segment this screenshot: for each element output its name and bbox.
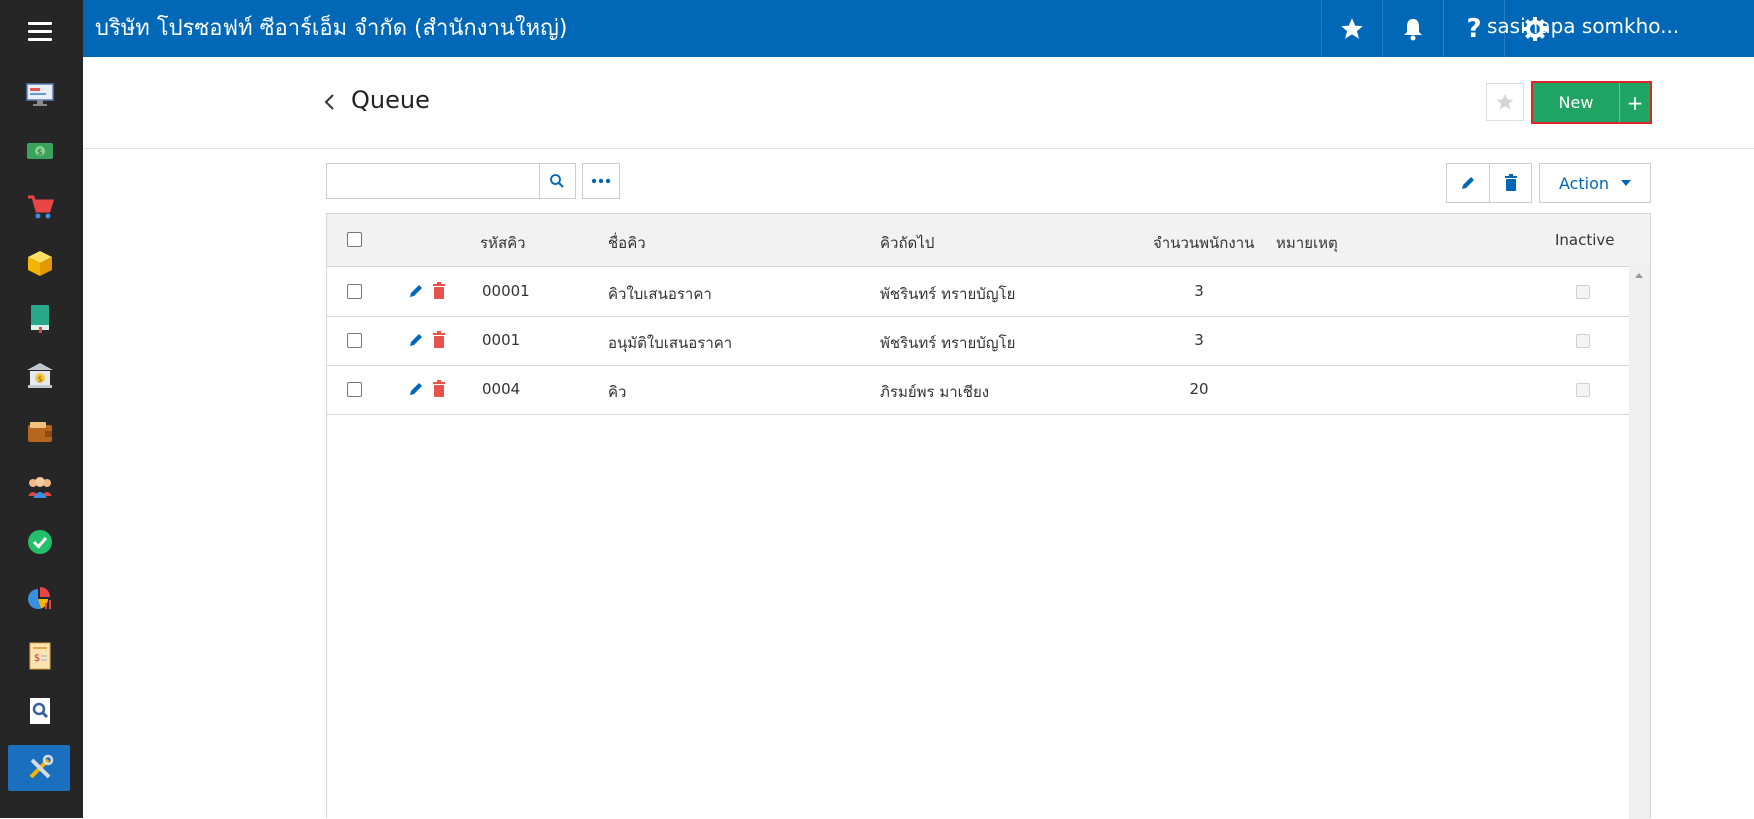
book-icon[interactable]	[22, 300, 58, 336]
cell-staff-value: 3	[1194, 282, 1204, 300]
cell-next: ภิรมย์พร มาเชียง	[880, 383, 990, 401]
cell-staff-value: 20	[1189, 380, 1209, 398]
search-button[interactable]	[539, 163, 576, 199]
user-name[interactable]: sasinapa somkho...	[1487, 14, 1679, 38]
more-options-button[interactable]	[582, 163, 620, 199]
cell-next: พัชรินทร์ ทรายบัญโย	[880, 334, 1016, 352]
new-button-label[interactable]: New	[1533, 83, 1620, 122]
chart-icon[interactable]	[22, 581, 58, 617]
row-checkbox[interactable]	[347, 382, 362, 397]
cart-icon[interactable]	[22, 189, 58, 225]
row-checkbox[interactable]	[347, 333, 362, 348]
box-icon[interactable]	[22, 245, 58, 281]
bell-icon[interactable]	[1382, 0, 1443, 57]
table-row[interactable]: 0004 คิว ภิรมย์พร มาเชียง 20	[327, 365, 1629, 415]
check-icon[interactable]	[22, 524, 58, 560]
cell-next: พัชรินทร์ ทรายบัญโย	[880, 285, 1016, 303]
queue-table: รหัสคิว ชื่อคิว คิวถัดไป จำนวนพนักงาน หม…	[326, 213, 1651, 819]
inactive-checkbox[interactable]	[1576, 334, 1590, 348]
inactive-checkbox[interactable]	[1576, 383, 1590, 397]
col-header-code[interactable]: รหัสคิว	[480, 231, 526, 255]
search-doc-icon[interactable]	[22, 693, 58, 729]
action-label: Action	[1558, 173, 1610, 193]
money-icon[interactable]: $	[22, 133, 58, 169]
table-scrollbar[interactable]	[1629, 266, 1650, 819]
svg-text:$: $	[37, 148, 43, 158]
scroll-up-arrow-icon[interactable]	[1635, 273, 1643, 278]
action-dropdown[interactable]: Action	[1539, 163, 1651, 203]
svg-text:$: $	[34, 653, 40, 664]
inactive-checkbox[interactable]	[1576, 285, 1590, 299]
header-divider	[83, 148, 1754, 149]
company-name[interactable]: บริษัท โปรซอฟท์ ซีอาร์เอ็ม จำกัด (สำนักง…	[95, 10, 567, 45]
bank-icon[interactable]: $	[22, 358, 58, 394]
cell-name: คิวใบเสนอราคา	[608, 285, 712, 303]
ellipsis-icon	[591, 178, 611, 184]
invoice-icon[interactable]: $	[22, 638, 58, 674]
cell-staff-value: 3	[1194, 331, 1204, 349]
table-row[interactable]: 00001 คิวใบเสนอราคา พัชรินทร์ ทรายบัญโย …	[327, 267, 1629, 317]
col-header-note[interactable]: หมายเหตุ	[1276, 231, 1338, 255]
col-header-inactive[interactable]: Inactive	[1555, 231, 1615, 249]
bulk-delete-button[interactable]	[1489, 163, 1532, 203]
tools-icon[interactable]	[22, 750, 58, 786]
cell-code: 00001	[482, 282, 530, 300]
sidebar: $ $ $	[0, 0, 83, 818]
new-button[interactable]: New +	[1531, 81, 1652, 124]
delete-trash-icon[interactable]	[432, 331, 446, 349]
col-header-next[interactable]: คิวถัดไป	[880, 231, 934, 255]
search-input[interactable]	[326, 163, 540, 199]
delete-trash-icon[interactable]	[432, 282, 446, 300]
bulk-edit-button[interactable]	[1446, 163, 1490, 203]
table-row[interactable]: 0001 อนุมัติใบเสนอราคา พัชรินทร์ ทรายบัญ…	[327, 316, 1629, 366]
svg-text:$: $	[37, 375, 42, 384]
edit-pencil-icon[interactable]	[407, 380, 425, 398]
page-title: Queue	[351, 86, 430, 114]
pencil-icon	[1462, 177, 1474, 189]
cell-code: 0004	[482, 380, 521, 398]
back-chevron-icon[interactable]	[323, 92, 337, 116]
caret-down-icon	[1621, 180, 1632, 186]
table-header: รหัสคิว ชื่อคิว คิวถัดไป จำนวนพนักงาน หม…	[327, 214, 1650, 267]
star-icon[interactable]	[1321, 0, 1382, 57]
trash-icon	[1504, 174, 1517, 191]
new-dropdown-plus[interactable]: +	[1620, 83, 1650, 122]
hamburger-menu-icon[interactable]	[28, 22, 52, 44]
search-icon	[550, 174, 564, 188]
favorite-button[interactable]	[1486, 83, 1524, 121]
wallet-icon[interactable]	[22, 414, 58, 450]
team-icon[interactable]	[22, 469, 58, 505]
col-header-staff[interactable]: จำนวนพนักงาน	[1153, 231, 1254, 255]
row-checkbox[interactable]	[347, 284, 362, 299]
delete-trash-icon[interactable]	[432, 380, 446, 398]
select-all-checkbox[interactable]	[347, 232, 362, 247]
cell-name: คิว	[608, 383, 627, 401]
monitor-icon[interactable]	[22, 76, 58, 112]
col-header-name[interactable]: ชื่อคิว	[608, 231, 646, 255]
star-icon	[1496, 93, 1514, 110]
edit-pencil-icon[interactable]	[407, 331, 425, 349]
cell-name: อนุมัติใบเสนอราคา	[608, 334, 733, 352]
cell-code: 0001	[482, 331, 521, 349]
edit-pencil-icon[interactable]	[407, 282, 425, 300]
